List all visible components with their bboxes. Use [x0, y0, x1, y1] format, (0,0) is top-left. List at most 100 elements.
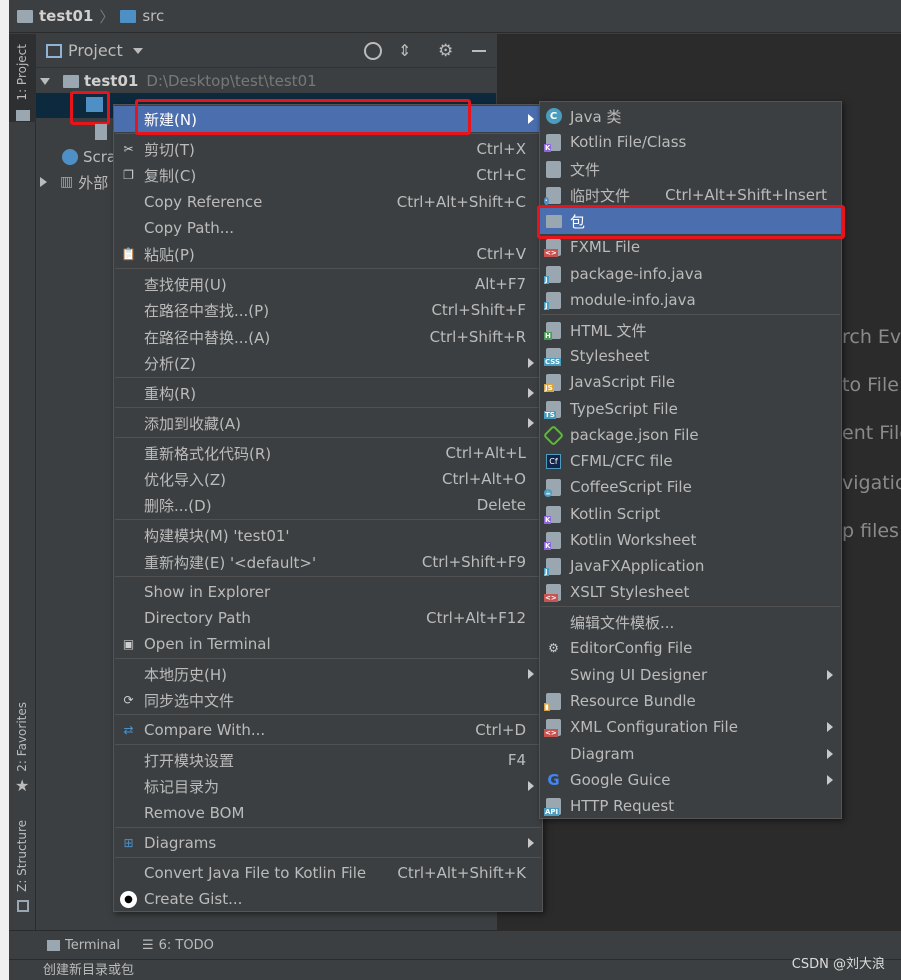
- menu-item-show-in-explorer[interactable]: Show in Explorer: [114, 579, 542, 605]
- menu-item-copy-reference[interactable]: Copy Reference Ctrl+Alt+Shift+C: [114, 189, 542, 215]
- submenu-item-kotlin-script[interactable]: K Kotlin Script: [540, 501, 841, 527]
- menu-item-refactor[interactable]: 重构(R): [114, 380, 542, 406]
- menu-item-open-in-terminal[interactable]: ▣ Open in Terminal: [114, 631, 542, 657]
- expand-arrow-icon[interactable]: [40, 77, 50, 85]
- menu-item-directory-path[interactable]: Directory Path Ctrl+Alt+F12: [114, 605, 542, 631]
- submenu-item-edit-templates[interactable]: 编辑文件模板...: [540, 609, 841, 635]
- menu-item-shortcut: Ctrl+C: [476, 166, 526, 184]
- todo-label: 6: TODO: [158, 937, 214, 953]
- submenu-item-diagram[interactable]: Diagram: [540, 741, 841, 767]
- submenu-item-swing-ui-designer[interactable]: Swing UI Designer: [540, 662, 841, 688]
- compare-icon: ⇄: [123, 723, 134, 737]
- menu-item-local-history[interactable]: 本地历史(H): [114, 661, 542, 687]
- submenu-item-http-request[interactable]: API HTTP Request: [540, 793, 841, 819]
- menu-item-find-in-path[interactable]: 在路径中查找...(P) Ctrl+Shift+F: [114, 297, 542, 323]
- submenu-item-package-json[interactable]: package.json File: [540, 422, 841, 448]
- submenu-item-label: 临时文件: [570, 186, 631, 205]
- coffeescript-file-icon: ☕: [544, 478, 562, 497]
- menu-item-copy-path[interactable]: Copy Path...: [114, 215, 542, 241]
- menu-separator: [115, 857, 541, 858]
- submenu-item-label: Kotlin File/Class: [570, 133, 687, 151]
- menu-item-label: Remove BOM: [144, 804, 245, 822]
- submenu-item-javafx-application[interactable]: J JavaFXApplication: [540, 553, 841, 579]
- menu-item-mark-directory-as[interactable]: 标记目录为: [114, 773, 542, 799]
- menu-item-shortcut: Ctrl+Alt+Shift+C: [396, 193, 526, 211]
- submenu-item-resource-bundle[interactable]: ▮ Resource Bundle: [540, 688, 841, 714]
- menu-item-find-usages[interactable]: 查找使用(U) Alt+F7: [114, 271, 542, 297]
- menu-item-synchronize[interactable]: ⟳ 同步选中文件: [114, 687, 542, 713]
- submenu-item-javascript-file[interactable]: JS JavaScript File: [540, 369, 841, 395]
- chevron-down-icon[interactable]: [132, 47, 143, 54]
- submenu-item-xslt-stylesheet[interactable]: <> XSLT Stylesheet: [540, 579, 841, 605]
- breadcrumb-src[interactable]: src: [142, 7, 164, 25]
- minimize-icon[interactable]: [472, 50, 486, 52]
- collapse-all-icon[interactable]: ⇕: [398, 41, 411, 60]
- project-panel-title[interactable]: Project: [68, 41, 123, 60]
- breadcrumb-project[interactable]: test01: [39, 7, 93, 25]
- left-tool-strip: 1: Project 2: Favorites ★ Z: Structure: [9, 34, 36, 930]
- submenu-item-stylesheet[interactable]: CSS Stylesheet: [540, 343, 841, 369]
- submenu-item-label: 编辑文件模板...: [570, 613, 675, 632]
- todo-tab[interactable]: ☰ 6: TODO: [142, 938, 214, 953]
- menu-item-shortcut: Ctrl+Alt+Shift+K: [397, 864, 526, 882]
- tool-tab-structure[interactable]: Z: Structure: [15, 820, 29, 892]
- tree-external-row[interactable]: ▥ 外部: [40, 169, 108, 195]
- nodejs-icon: [542, 424, 565, 446]
- submenu-item-shortcut: Ctrl+Alt+Shift+Insert: [665, 186, 827, 204]
- submenu-item-package-info[interactable]: Jpackage-info.java: [540, 261, 841, 287]
- editor-hint: to File: [842, 374, 899, 396]
- menu-item-delete[interactable]: 删除...(D) Delete: [114, 492, 542, 518]
- menu-item-optimize-imports[interactable]: 优化导入(Z) Ctrl+Alt+O: [114, 466, 542, 492]
- kotlin-script-icon: K: [544, 505, 562, 524]
- submenu-item-kotlin-worksheet[interactable]: K Kotlin Worksheet: [540, 527, 841, 553]
- submenu-item-cfml-file[interactable]: Cf CFML/CFC file: [540, 448, 841, 474]
- expand-arrow-icon[interactable]: [40, 177, 47, 187]
- menu-item-shortcut: Ctrl+Alt+L: [445, 444, 527, 462]
- menu-item-add-to-favorites[interactable]: 添加到收藏(A): [114, 410, 542, 436]
- menu-item-replace-in-path[interactable]: 在路径中替换...(A) Ctrl+Shift+R: [114, 324, 542, 350]
- menu-separator: [115, 377, 541, 378]
- menu-item-module-settings[interactable]: 打开模块设置 F4: [114, 747, 542, 773]
- tool-tab-project[interactable]: 1: Project: [15, 44, 29, 101]
- menu-item-rebuild[interactable]: 重新构建(E) '<default>' Ctrl+Shift+F9: [114, 549, 542, 575]
- terminal-icon: [47, 939, 60, 951]
- menu-item-label: Diagrams: [144, 834, 217, 852]
- module-folder-icon: [63, 74, 79, 88]
- menu-item-convert-to-kotlin[interactable]: Convert Java File to Kotlin File Ctrl+Alt…: [114, 860, 542, 886]
- submenu-item-coffeescript-file[interactable]: ☕ CoffeeScript File: [540, 474, 841, 500]
- root-name: test01: [84, 72, 139, 90]
- menu-item-label: 同步选中文件: [144, 691, 235, 710]
- submenu-item-google-guice[interactable]: G Google Guice: [540, 767, 841, 793]
- bottom-tool-bar: Terminal ☰ 6: TODO: [9, 930, 901, 959]
- menu-item-diagrams[interactable]: ⊞ Diagrams: [114, 830, 542, 856]
- menu-item-cut[interactable]: ✂ 剪切(T) Ctrl+X: [114, 136, 542, 162]
- menu-item-analyze[interactable]: 分析(Z): [114, 350, 542, 376]
- menu-separator: [115, 437, 541, 438]
- submenu-item-editorconfig[interactable]: ⚙ EditorConfig File: [540, 635, 841, 661]
- menu-item-shortcut: Ctrl+Alt+F12: [426, 609, 526, 627]
- submenu-item-html-file[interactable]: H HTML 文件: [540, 317, 841, 343]
- submenu-arrow-icon: [528, 114, 534, 124]
- submenu-item-kotlin-class[interactable]: K Kotlin File/Class: [540, 129, 841, 155]
- menu-item-paste[interactable]: 📋 粘贴(P) Ctrl+V: [114, 241, 542, 267]
- submenu-item-java-class[interactable]: C Java 类: [540, 103, 841, 129]
- tool-tab-favorites[interactable]: 2: Favorites: [15, 702, 29, 772]
- submenu-item-label: Stylesheet: [570, 347, 650, 365]
- menu-item-build-module[interactable]: 构建模块(M) 'test01': [114, 522, 542, 548]
- submenu-item-xml-configuration[interactable]: <> XML Configuration File: [540, 714, 841, 740]
- terminal-tab[interactable]: Terminal: [47, 938, 120, 953]
- menu-item-remove-bom[interactable]: Remove BOM: [114, 800, 542, 826]
- menu-item-compare-with[interactable]: ⇄ Compare With... Ctrl+D: [114, 717, 542, 743]
- menu-item-create-gist[interactable]: ● Create Gist...: [114, 886, 542, 912]
- menu-item-reformat-code[interactable]: 重新格式化代码(R) Ctrl+Alt+L: [114, 440, 542, 466]
- gear-icon[interactable]: ⚙: [438, 41, 453, 61]
- tree-scratches-row[interactable]: Scra: [62, 144, 116, 170]
- submenu-item-typescript-file[interactable]: TS TypeScript File: [540, 396, 841, 422]
- submenu-item-file[interactable]: 文件: [540, 156, 841, 182]
- submenu-item-label: Kotlin Script: [570, 505, 661, 523]
- copy-icon: ❐: [123, 168, 134, 182]
- locate-icon[interactable]: [364, 41, 382, 60]
- menu-separator: [115, 519, 541, 520]
- submenu-item-module-info[interactable]: Jmodule-info.java: [540, 287, 841, 313]
- menu-item-copy[interactable]: ❐ 复制(C) Ctrl+C: [114, 162, 542, 188]
